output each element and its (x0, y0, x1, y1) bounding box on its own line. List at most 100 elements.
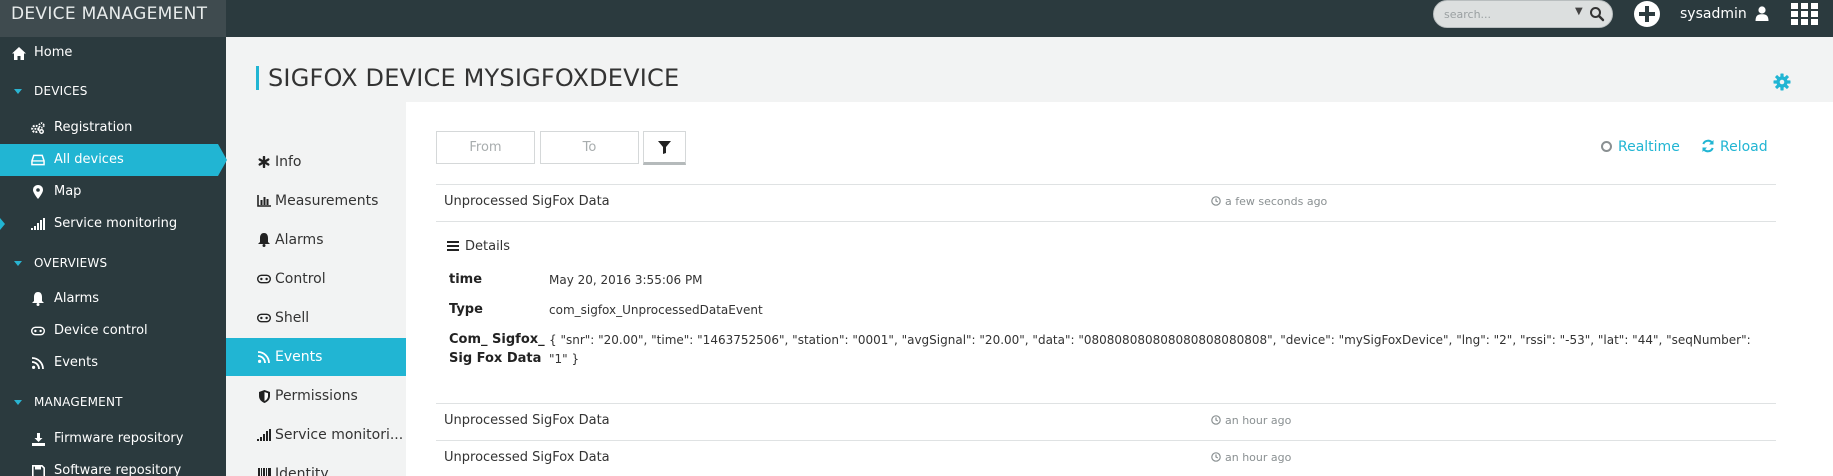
gamepad-icon (257, 311, 271, 325)
tab-shell[interactable]: Shell (226, 299, 406, 337)
gears-icon (31, 121, 45, 135)
sidebar-item-software-repository[interactable]: Software repository (0, 455, 226, 476)
sidebar-item-label: Service monitoring (54, 216, 178, 231)
tab-service-monitoring[interactable]: Service monitori... (226, 416, 406, 454)
event-time: an hour ago (1211, 451, 1291, 464)
download-icon (31, 432, 45, 446)
tab-control[interactable]: Control (226, 260, 406, 298)
realtime-toggle[interactable]: Realtime (1601, 137, 1680, 157)
tab-label: Events (275, 349, 323, 365)
search-icon[interactable] (1588, 5, 1606, 23)
sidebar-section-label: OVERVIEWS (34, 256, 108, 270)
sidebar-item-all-devices[interactable]: All devices (0, 144, 227, 176)
title-accent-bar (256, 66, 259, 90)
chevron-down-icon (14, 261, 22, 266)
gear-icon[interactable] (1773, 73, 1791, 91)
tab-permissions[interactable]: Permissions (226, 377, 406, 415)
sidebar-item-alarms[interactable]: Alarms (0, 283, 226, 315)
detail-key-type: Type (449, 302, 483, 317)
detail-key-data-line1: Com_ Sigfox_ (449, 332, 545, 347)
sidebar-item-label: Alarms (54, 291, 100, 306)
detail-value-type: com_sigfox_UnprocessedDataEvent (549, 303, 763, 317)
add-icon[interactable] (1634, 1, 1660, 27)
search-box[interactable]: ▼ (1433, 0, 1613, 28)
app-switcher-icon[interactable] (1791, 3, 1818, 25)
shield-icon (257, 389, 271, 403)
details-heading: Details (447, 239, 510, 254)
sidebar-section-overviews[interactable]: OVERVIEWS (0, 247, 226, 279)
sidebar-section-devices[interactable]: DEVICES (0, 75, 226, 107)
reload-button[interactable]: Reload (1701, 137, 1768, 157)
map-marker-icon (31, 185, 45, 199)
username[interactable]: sysadmin (1680, 6, 1747, 22)
tab-alarms[interactable]: Alarms (226, 221, 406, 259)
tab-info[interactable]: Info (226, 143, 406, 181)
sidebar-item-home[interactable]: Home (0, 37, 226, 69)
filter-button[interactable] (643, 131, 686, 165)
detail-key-data-line2: Sig Fox Data (449, 351, 542, 366)
tab-events[interactable]: Events (226, 338, 415, 376)
sidebar-item-label: Events (54, 355, 99, 370)
top-bar: DEVICE MANAGEMENT ▼ sysadmin (0, 0, 1833, 37)
barcode-icon (257, 467, 271, 476)
user-icon[interactable] (1755, 6, 1769, 21)
signal-icon (31, 217, 45, 231)
save-icon (31, 464, 45, 476)
radio-circle-icon (1601, 141, 1612, 152)
sidebar-section-management[interactable]: MANAGEMENT (0, 386, 226, 418)
event-title: Unprocessed SigFox Data (444, 194, 610, 209)
tab-label: Permissions (275, 388, 358, 404)
sidebar-item-device-control[interactable]: Device control (0, 315, 226, 347)
rss-icon (31, 356, 45, 370)
from-date-input[interactable] (436, 131, 535, 164)
sidebar-item-firmware-repository[interactable]: Firmware repository (0, 423, 226, 455)
sidebar-item-registration[interactable]: Registration (0, 112, 226, 144)
refresh-icon (1702, 139, 1714, 153)
chevron-down-icon (14, 400, 22, 405)
list-icon (447, 241, 459, 251)
sidebar-item-label: All devices (54, 152, 124, 167)
bell-icon (257, 233, 271, 247)
detail-value-data-line1: { "snr": "20.00", "time": "1463752506", … (549, 333, 1751, 347)
event-row[interactable]: Unprocessed SigFox Data a few seconds ag… (436, 184, 1776, 221)
sidebar-item-service-monitoring[interactable]: Service monitoring (0, 208, 226, 240)
bar-chart-icon (257, 194, 271, 208)
tab-label: Control (275, 271, 326, 287)
event-row[interactable]: Unprocessed SigFox Data an hour ago (436, 440, 1776, 476)
signal-icon (257, 428, 271, 442)
sidebar-item-label: Registration (54, 120, 133, 135)
to-date-input[interactable] (540, 131, 639, 164)
detail-value-time: May 20, 2016 3:55:06 PM (549, 273, 703, 287)
home-icon (12, 46, 26, 60)
sidebar-item-label: Map (54, 184, 82, 199)
asterisk-icon (257, 155, 271, 169)
sidebar-item-label: Firmware repository (54, 431, 184, 446)
tab-label: Shell (275, 310, 310, 326)
clock-icon (1211, 196, 1221, 206)
tab-measurements[interactable]: Measurements (226, 182, 406, 220)
sidebar-item-events[interactable]: Events (0, 347, 226, 379)
event-title: Unprocessed SigFox Data (444, 413, 610, 428)
tab-label: Service monitori... (275, 427, 404, 443)
search-dropdown-icon[interactable]: ▼ (1575, 6, 1583, 17)
sidebar-section-label: DEVICES (34, 84, 88, 98)
sidebar-item-label: Device control (54, 323, 148, 338)
event-title: Unprocessed SigFox Data (444, 450, 610, 465)
event-row[interactable]: Unprocessed SigFox Data an hour ago (436, 403, 1776, 440)
search-input[interactable] (1444, 6, 1569, 23)
user-menu[interactable]: sysadmin (1680, 4, 1769, 24)
hdd-icon (31, 153, 45, 167)
detail-value-data-line2: "1" } (549, 352, 580, 366)
realtime-label: Realtime (1618, 139, 1680, 155)
sidebar-item-map[interactable]: Map (0, 176, 226, 208)
divider (436, 221, 1776, 222)
reload-label: Reload (1720, 139, 1768, 155)
tab-label: Info (275, 154, 302, 170)
sidebar-item-label: Home (34, 45, 73, 60)
tab-identity[interactable]: Identity (226, 455, 406, 476)
sidebar-item-label: Software repository (54, 463, 182, 476)
tab-label: Identity (275, 466, 329, 476)
event-time: a few seconds ago (1211, 195, 1327, 208)
tab-label: Measurements (275, 193, 379, 209)
clock-icon (1211, 452, 1221, 462)
